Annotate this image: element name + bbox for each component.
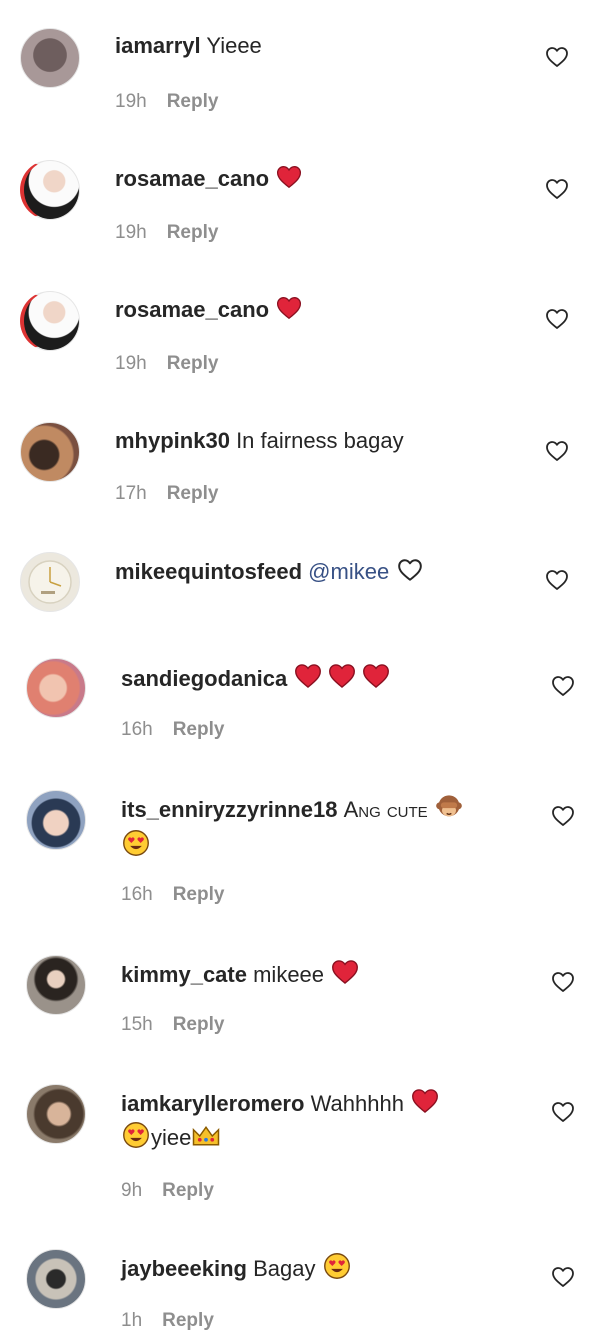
like-heart-icon[interactable] xyxy=(550,1100,576,1124)
like-heart-icon[interactable] xyxy=(544,45,570,69)
comment-time[interactable]: 19h xyxy=(115,222,147,243)
like-heart-icon[interactable] xyxy=(544,307,570,331)
red-heart-icon xyxy=(410,1087,440,1115)
clock-icon xyxy=(28,560,72,604)
red-heart-icon xyxy=(330,958,360,986)
comment-meta: 19h Reply xyxy=(115,222,218,244)
like-heart-icon[interactable] xyxy=(544,439,570,463)
comment-text: mikeee xyxy=(253,962,325,987)
red-heart-icon xyxy=(327,662,357,690)
like-heart-icon[interactable] xyxy=(550,970,576,994)
comment-text: Yieee xyxy=(206,33,262,58)
red-heart-icon xyxy=(361,662,391,690)
comment-username[interactable]: iamarryl xyxy=(115,33,201,58)
comment-username[interactable]: jaybeeeking xyxy=(121,1256,247,1281)
comment-username[interactable]: its_enniryzzyrinne18 xyxy=(121,797,337,822)
comment-text: Wahhhhh xyxy=(310,1091,404,1116)
like-heart-icon[interactable] xyxy=(550,1265,576,1289)
comment-item: mikeequintosfeed @mikee xyxy=(0,522,600,642)
comment-meta: 9h Reply xyxy=(121,1180,214,1202)
comment-text: Bagay xyxy=(253,1256,316,1281)
reply-button[interactable]: Reply xyxy=(173,1014,225,1035)
comment-username[interactable]: sandiegodanica xyxy=(121,666,287,691)
like-heart-icon[interactable] xyxy=(544,177,570,201)
avatar[interactable] xyxy=(26,955,86,1015)
avatar[interactable] xyxy=(20,28,80,88)
avatar[interactable] xyxy=(20,552,80,612)
comment-item: kimmy_cate mikeee 15h Reply xyxy=(0,937,600,1070)
comment-time[interactable]: 16h xyxy=(121,884,153,905)
comment-item: rosamae_cano 19h Reply xyxy=(0,261,600,392)
heart-eyes-icon xyxy=(121,829,151,857)
reply-button[interactable]: Reply xyxy=(162,1180,214,1201)
heart-eyes-icon xyxy=(322,1252,352,1280)
comment-username[interactable]: rosamae_cano xyxy=(115,297,269,322)
comment-username[interactable]: iamkarylleromero xyxy=(121,1091,304,1116)
comment-username[interactable]: mhypink30 xyxy=(115,428,230,453)
reply-button[interactable]: Reply xyxy=(173,719,225,740)
comment-text: Ang cute xyxy=(343,797,428,822)
avatar[interactable] xyxy=(26,1249,86,1309)
like-heart-icon[interactable] xyxy=(544,568,570,592)
avatar[interactable] xyxy=(20,291,80,351)
comment-time[interactable]: 16h xyxy=(121,719,153,740)
reply-button[interactable]: Reply xyxy=(162,1310,214,1331)
reply-button[interactable]: Reply xyxy=(167,222,219,243)
avatar[interactable] xyxy=(20,160,80,220)
red-heart-icon xyxy=(293,662,323,690)
red-heart-icon xyxy=(275,295,303,321)
heart-eyes-icon xyxy=(121,1121,151,1149)
like-heart-icon[interactable] xyxy=(550,804,576,828)
white-heart-icon xyxy=(395,557,425,583)
see-no-evil-monkey-icon xyxy=(434,793,464,821)
comment-time[interactable]: 17h xyxy=(115,483,147,504)
comment-time[interactable]: 1h xyxy=(121,1310,142,1331)
comment-time[interactable]: 9h xyxy=(121,1180,142,1201)
comment-username[interactable]: rosamae_cano xyxy=(115,166,269,191)
like-heart-icon[interactable] xyxy=(550,674,576,698)
comment-text-line2: yiee xyxy=(151,1125,192,1150)
avatar[interactable] xyxy=(26,658,86,718)
comment-meta: 1h Reply xyxy=(121,1310,214,1332)
mention-link[interactable]: @mikee xyxy=(308,559,389,584)
comment-meta: 19h Reply xyxy=(115,353,218,375)
red-heart-icon xyxy=(275,164,303,190)
avatar[interactable] xyxy=(20,422,80,482)
comment-item: jaybeeeking Bagay 1h Reply xyxy=(0,1235,600,1340)
comment-item: rosamae_cano 19h Reply xyxy=(0,130,600,261)
avatar[interactable] xyxy=(26,790,86,850)
comment-meta: 16h Reply xyxy=(121,719,224,741)
comment-time[interactable]: 15h xyxy=(121,1014,153,1035)
comment-item: mhypink30 In fairness bagay 17h Reply xyxy=(0,392,600,522)
comment-username[interactable]: mikeequintosfeed xyxy=(115,559,302,584)
comment-meta: 15h Reply xyxy=(121,1014,224,1036)
comment-time[interactable]: 19h xyxy=(115,353,147,374)
reply-button[interactable]: Reply xyxy=(167,353,219,374)
comment-item: iamarryl Yieee 19h Reply xyxy=(0,0,600,130)
avatar[interactable] xyxy=(26,1084,86,1144)
reply-button[interactable]: Reply xyxy=(167,91,219,112)
comment-item: sandiegodanica 16h Reply xyxy=(0,642,600,782)
crown-icon xyxy=(191,1123,221,1149)
comment-meta: 19h Reply xyxy=(115,91,218,113)
comment-text: In fairness bagay xyxy=(236,428,404,453)
comment-time[interactable]: 19h xyxy=(115,91,147,112)
comment-username[interactable]: kimmy_cate xyxy=(121,962,247,987)
reply-button[interactable]: Reply xyxy=(167,483,219,504)
reply-button[interactable]: Reply xyxy=(173,884,225,905)
comment-item: iamkarylleromero Wahhhhh yiee 9h Reply xyxy=(0,1070,600,1235)
comment-item: its_enniryzzyrinne18 Ang cute 16h Reply xyxy=(0,782,600,937)
comment-meta: 16h Reply xyxy=(121,884,224,906)
comment-meta: 17h Reply xyxy=(115,483,218,505)
